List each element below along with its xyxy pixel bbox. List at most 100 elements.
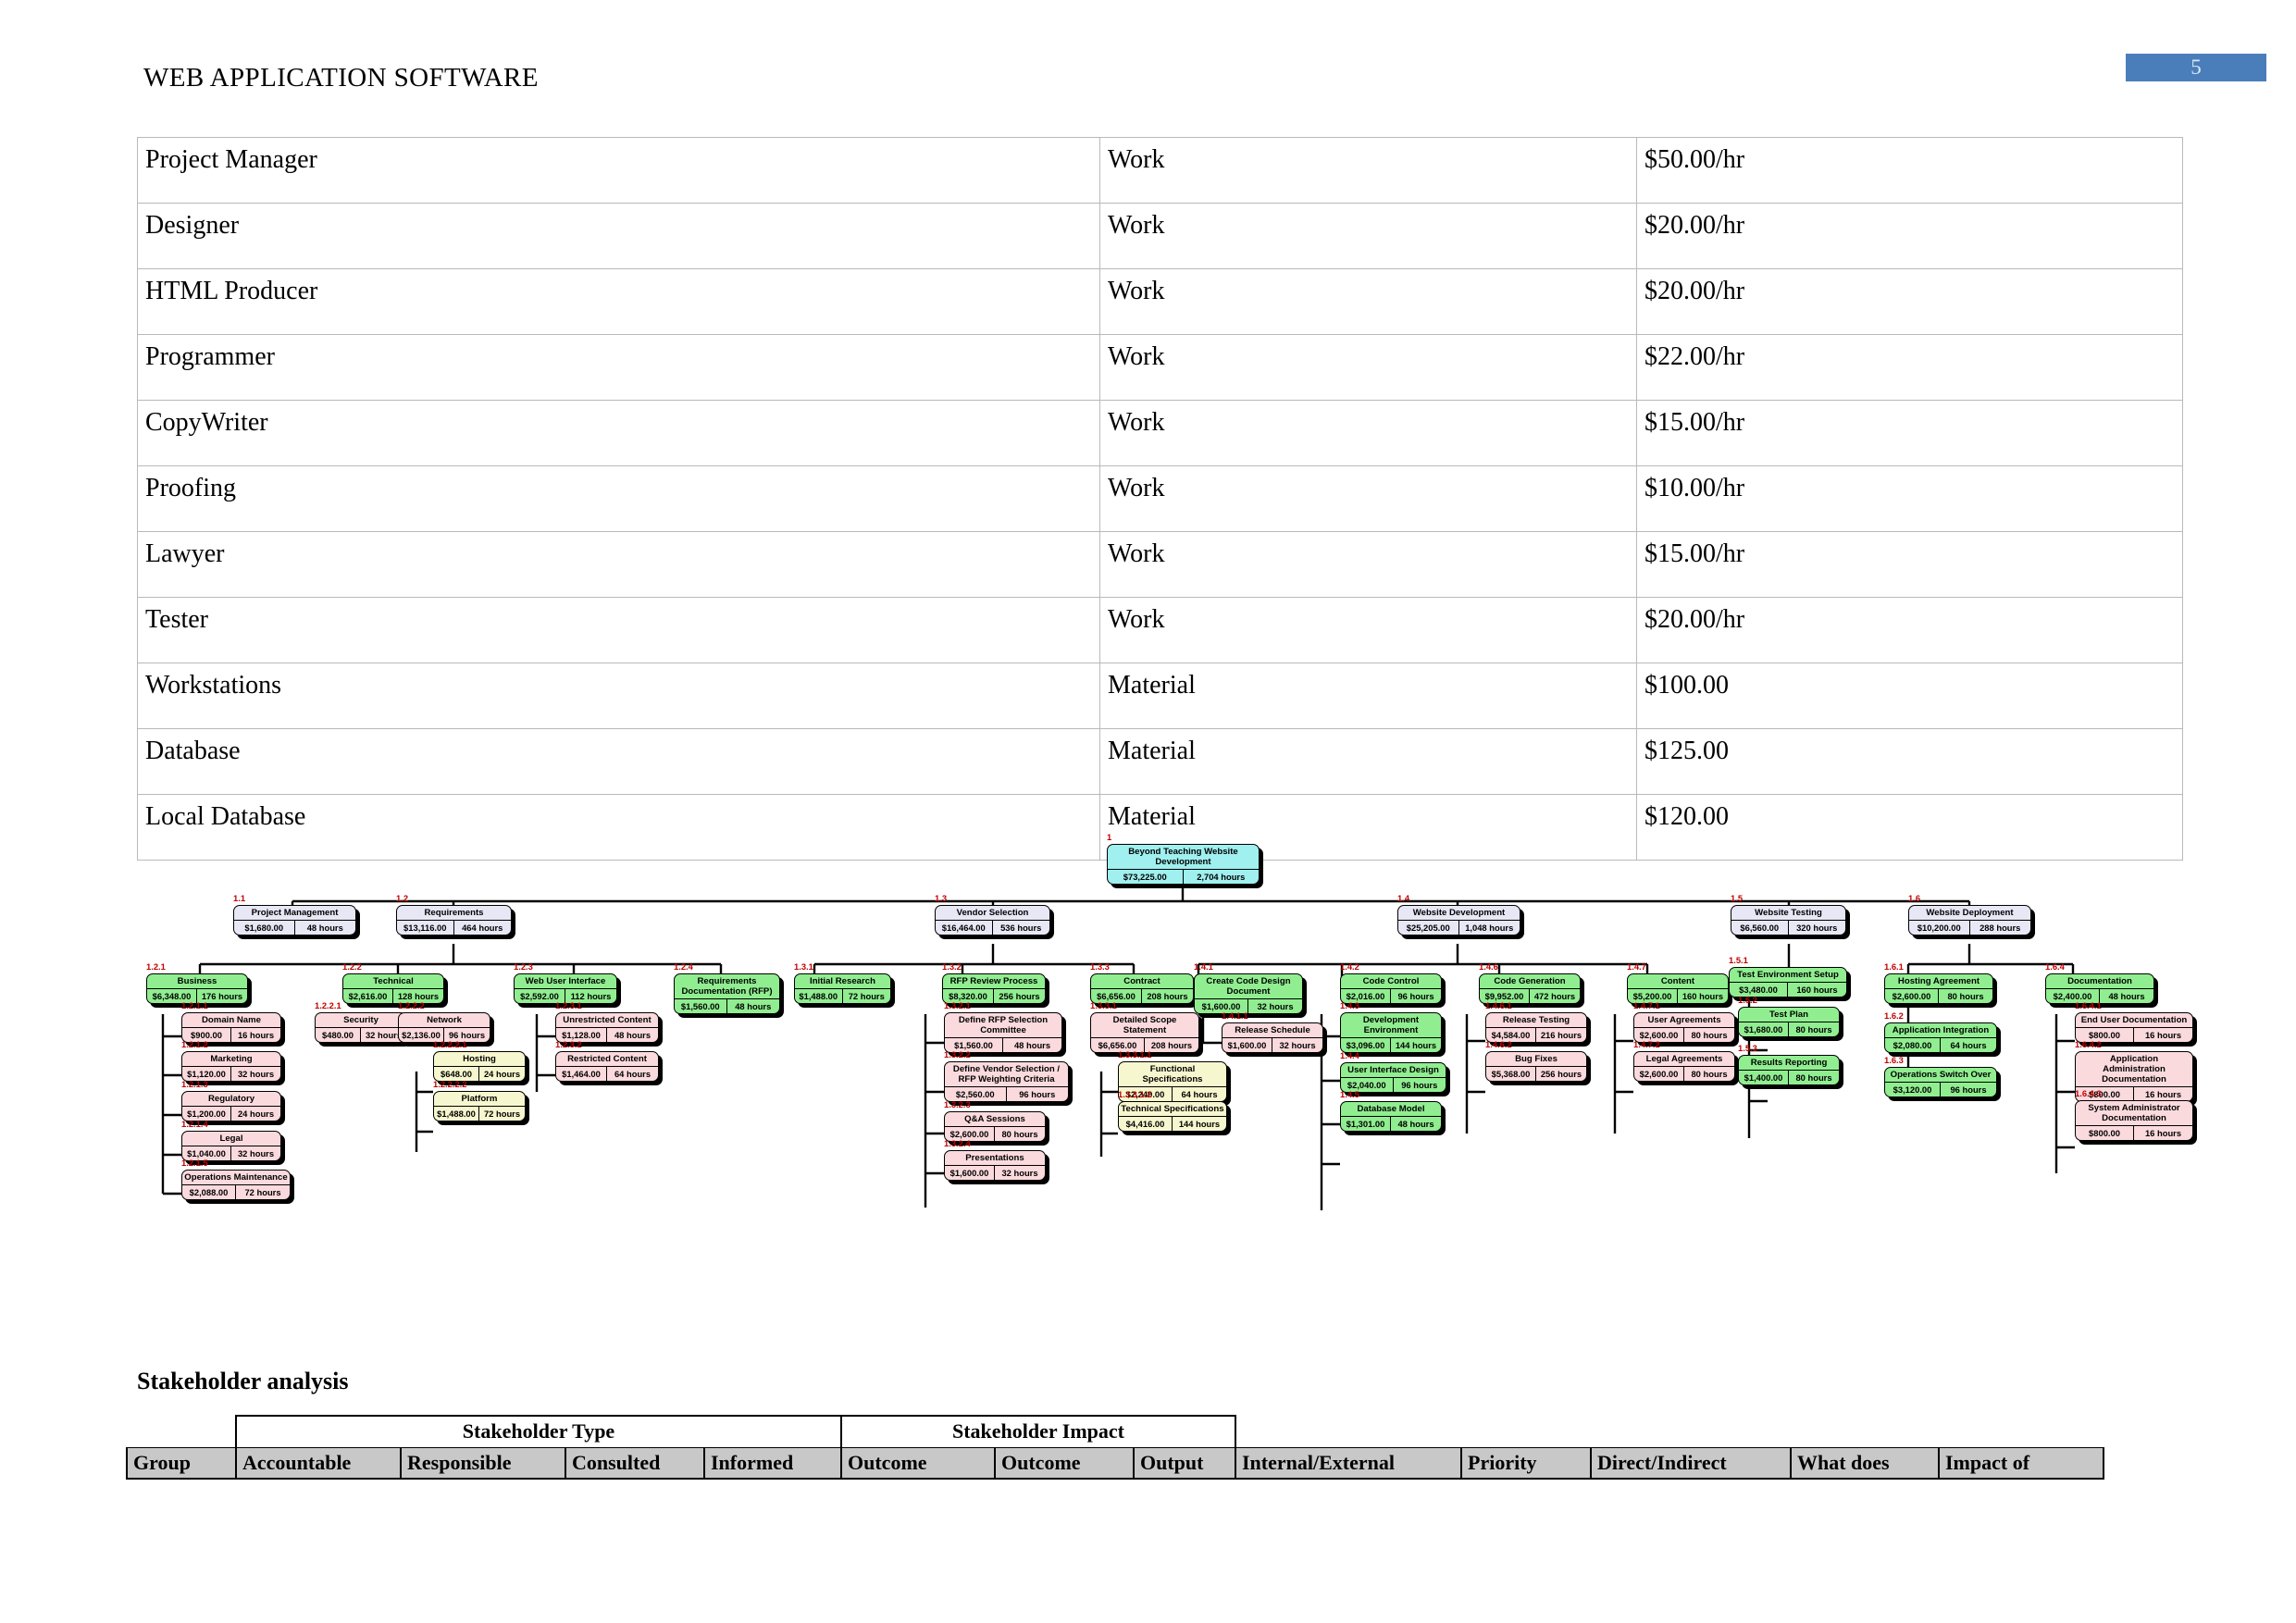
wbs-node-cost: $73,225.00 (1108, 870, 1184, 884)
wbs-node-title: Contract (1091, 974, 1193, 989)
wbs-node: Technical $2,616.00 128 hours (342, 973, 444, 1004)
stakeholder-group-blank (1791, 1416, 1939, 1447)
wbs-node-hours: 96 hours (1397, 991, 1434, 1001)
stakeholder-column-header: Group (126, 1446, 237, 1480)
wbs-node-values: $1,600.00 32 hours (945, 1166, 1045, 1180)
wbs-node-id: 1.6.4 (2045, 961, 2065, 972)
wbs-node-hours: 32 hours (1279, 1040, 1316, 1050)
wbs-node-hours: 96 hours (1019, 1089, 1056, 1099)
stakeholder-column-header: Impact of (1938, 1446, 2104, 1480)
wbs-node: Vendor Selection $16,464.00 536 hours (935, 905, 1050, 935)
wbs-node-cost: $1,600.00 (1222, 1038, 1272, 1052)
wbs-node-id: 1.3.3.1 (1090, 1000, 1117, 1010)
resource-type-cell: Work (1099, 531, 1637, 598)
wbs-node: Define RFP Selection Committee $1,560.00 4… (944, 1012, 1062, 1053)
wbs-node-hours: 48 hours (2108, 991, 2145, 1001)
stakeholder-group-header-row: Stakeholder Type Stakeholder Impact (127, 1415, 2104, 1448)
stakeholder-table-body: Stakeholder Type Stakeholder Impact Group A… (126, 1415, 2104, 1480)
wbs-node-id: 1.3.2.1 (944, 1000, 971, 1010)
wbs-node: Bug Fixes $5,368.00 256 hours (1485, 1051, 1587, 1082)
wbs-node-values: $1,400.00 80 hours (1739, 1071, 1839, 1084)
wbs-node: Security $480.00 32 hours (315, 1012, 407, 1043)
resource-rate-cell: $20.00/hr (1636, 268, 2183, 335)
wbs-node-cost: $1,488.00 (434, 1107, 479, 1121)
wbs-node-title: Restricted Content (556, 1052, 658, 1067)
resource-name-cell: Designer (137, 203, 1100, 269)
wbs-node-hours: 80 hours (1947, 991, 1984, 1001)
wbs-node-title: End User Documentation (2076, 1013, 2192, 1028)
resource-name-cell: Proofing (137, 465, 1100, 532)
wbs-node-id: 1.3.3.1.2 (1118, 1089, 1152, 1099)
wbs-node-title: Hosting (434, 1052, 525, 1067)
table-row: Programmer Work $22.00/hr (137, 334, 2183, 401)
wbs-node-cost: $1,488.00 (795, 989, 843, 1003)
wbs-node-values: $25,205.00 1,048 hours (1398, 921, 1520, 935)
wbs-node-values: $1,488.00 72 hours (434, 1107, 525, 1121)
wbs-node-values: $2,616.00 128 hours (343, 989, 443, 1003)
wbs-node: Hosting Agreement $2,600.00 80 hours (1884, 973, 1993, 1004)
wbs-node-hours: 16 hours (237, 1030, 275, 1040)
wbs-node-id: 1.4.4 (1340, 1050, 1359, 1060)
wbs-node-id: 1.4.2 (1340, 961, 1359, 972)
wbs-node: Requirements Documentation (RFP) $1,560.0… (674, 973, 780, 1014)
resource-type-cell: Work (1099, 268, 1637, 335)
wbs-node-hours: 216 hours (1540, 1030, 1582, 1040)
wbs-node: Presentations $1,600.00 32 hours (944, 1150, 1046, 1181)
page-number-badge: 5 (2126, 54, 2266, 81)
resource-table-body: Project Manager Work $50.00/hr Designer Work… (137, 137, 2183, 861)
wbs-node: Technical Specifications $4,416.00 144 hou… (1118, 1101, 1227, 1132)
wbs-node: Detailed Scope Statement $6,656.00 208 hou… (1090, 1012, 1199, 1053)
wbs-node-title: Legal (182, 1132, 280, 1146)
wbs-node-id: 1.3 (935, 893, 948, 903)
wbs-node-title: Website Development (1398, 906, 1520, 921)
wbs-node-title: Web User Interface (515, 974, 616, 989)
wbs-node-title: Platform (434, 1092, 525, 1107)
wbs-node-title: Release Schedule (1222, 1023, 1322, 1038)
wbs-node-title: Requirements Documentation (RFP) (675, 974, 779, 999)
wbs-node-title: Bug Fixes (1486, 1052, 1586, 1067)
stakeholder-analysis-table: Stakeholder Type Stakeholder Impact Group A… (126, 1415, 2104, 1480)
wbs-node-hours: 256 hours (1540, 1069, 1582, 1079)
wbs-node-id: 1.2.1 (146, 961, 166, 972)
wbs-node-title: Initial Research (795, 974, 890, 989)
wbs-node-id: 1.2.3 (514, 961, 533, 972)
wbs-node-id: 1.2.2.2.1 (433, 1039, 467, 1049)
wbs-node: Operations Maintenance $2,088.00 72 hours (181, 1170, 291, 1200)
stakeholder-column-header: What does (1790, 1446, 1940, 1480)
wbs-node-cost: $1,600.00 (945, 1166, 995, 1180)
resource-type-cell: Work (1099, 334, 1637, 401)
wbs-node-title: Database Model (1341, 1102, 1441, 1117)
wbs-node-values: $1,301.00 48 hours (1341, 1117, 1441, 1131)
wbs-node-title: Documentation (2046, 974, 2153, 989)
wbs-node-cost: $25,205.00 (1398, 921, 1459, 935)
wbs-node-title: Legal Agreements (1634, 1052, 1734, 1067)
resource-rate-cell: $10.00/hr (1636, 465, 2183, 532)
wbs-node: Database Model $1,301.00 48 hours (1340, 1101, 1442, 1132)
resource-name-cell: Project Manager (137, 137, 1100, 204)
wbs-node-hours: 16 hours (2144, 1030, 2182, 1040)
stakeholder-group-blank (1591, 1416, 1791, 1447)
wbs-node-cost: $2,080.00 (1885, 1038, 1941, 1052)
wbs-node-id: 1.5.1 (1729, 955, 1748, 965)
wbs-node-hours: 208 hours (1150, 1040, 1193, 1050)
table-row: Designer Work $20.00/hr (137, 203, 2183, 269)
wbs-node-values: $1,488.00 72 hours (795, 989, 890, 1003)
wbs-node-title: Release Testing (1486, 1013, 1586, 1028)
resource-type-cell: Work (1099, 400, 1637, 466)
wbs-node-title: Unrestricted Content (556, 1013, 658, 1028)
wbs-node-title: Requirements (397, 906, 511, 921)
wbs-node-title: Test Environment Setup (1730, 968, 1846, 983)
wbs-node: Regulatory $1,200.00 24 hours (181, 1091, 281, 1121)
wbs-node-values: $73,225.00 2,704 hours (1108, 870, 1259, 884)
wbs-chart: 1 Beyond Teaching Website Development $73,… (0, 824, 2296, 1314)
wbs-node-values: $10,200.00 288 hours (1909, 921, 2030, 935)
wbs-node-hours: 1,048 hours (1465, 923, 1514, 933)
table-row: Tester Work $20.00/hr (137, 597, 2183, 663)
wbs-node-hours: 64 hours (1181, 1089, 1218, 1099)
wbs-node: Restricted Content $1,464.00 64 hours (555, 1051, 659, 1082)
wbs-node-id: 1.6 (1908, 893, 1921, 903)
wbs-node: Project Management $1,680.00 48 hours (233, 905, 356, 935)
wbs-node-id: 1.4.3 (1340, 1000, 1359, 1010)
stakeholder-heading: Stakeholder analysis (137, 1368, 349, 1394)
stakeholder-group-blank (1235, 1416, 1461, 1447)
